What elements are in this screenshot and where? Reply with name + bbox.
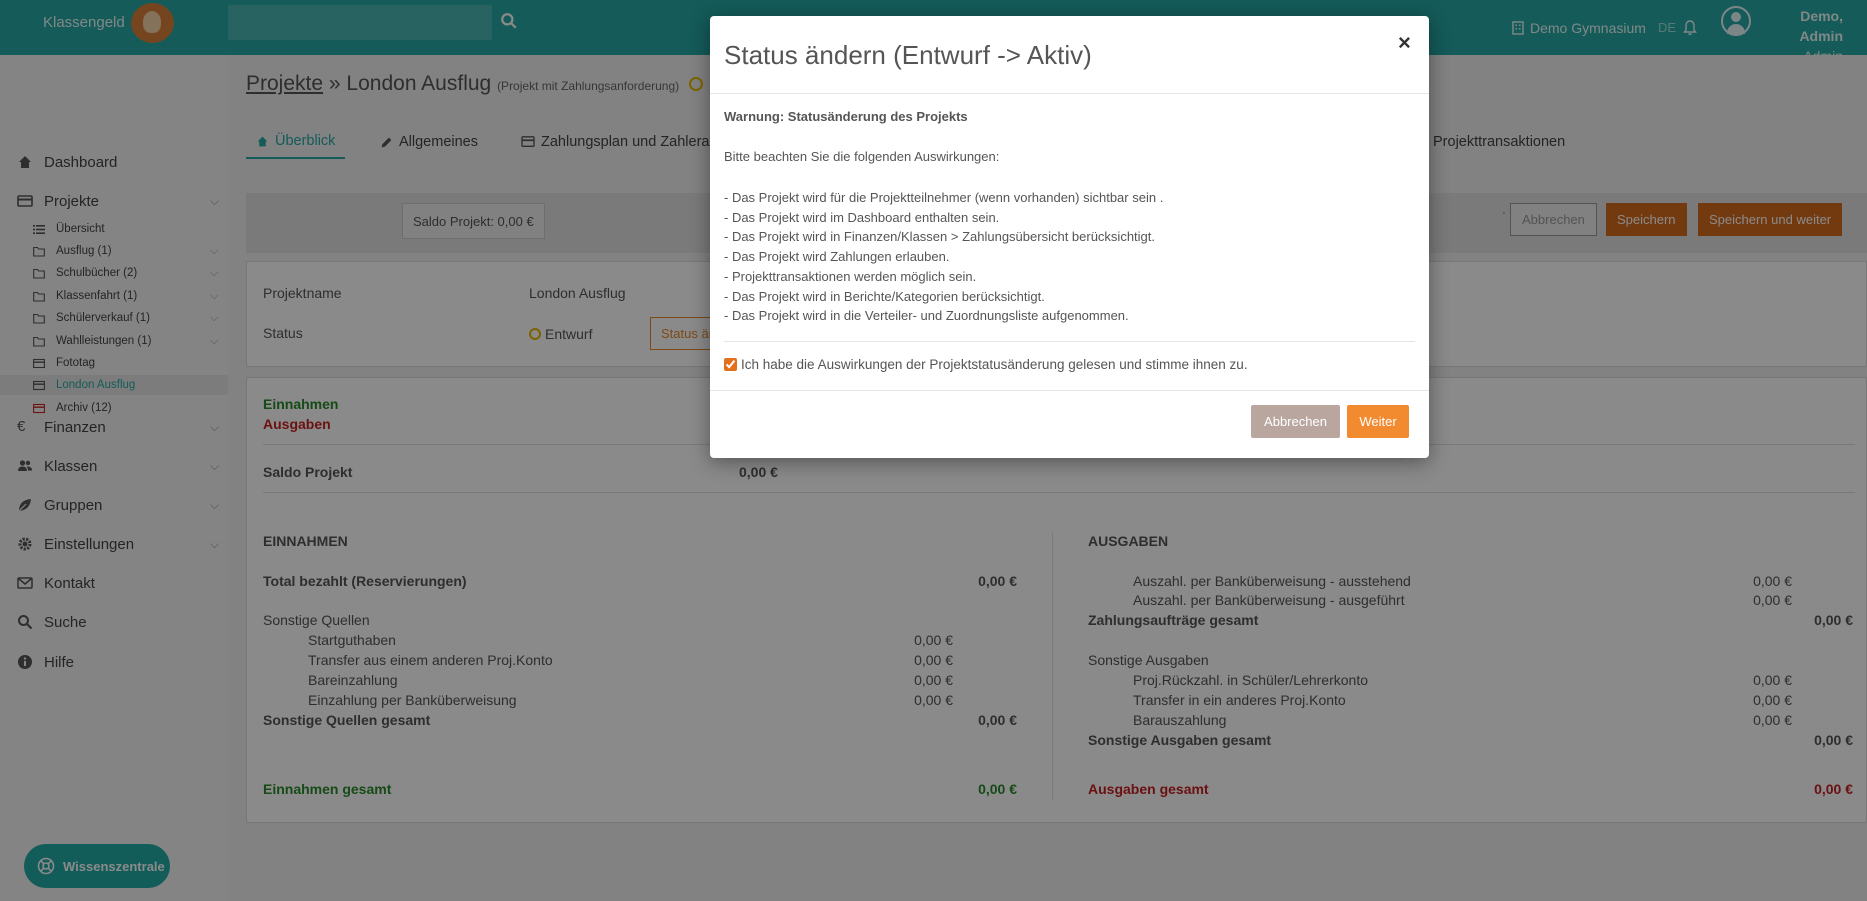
agree-checkbox[interactable] xyxy=(724,358,737,371)
modal-intro: Bitte beachten Sie die folgenden Auswirk… xyxy=(724,149,1000,164)
agree-checkbox-label: Ich habe die Auswirkungen der Projektsta… xyxy=(741,357,1248,372)
close-icon[interactable]: × xyxy=(1398,30,1411,56)
status-change-modal: Status ändern (Entwurf -> Aktiv) × Warnu… xyxy=(710,16,1429,458)
effect-item: - Das Projekt wird in die Verteiler- und… xyxy=(724,308,1129,324)
modal-cancel-button[interactable]: Abbrechen xyxy=(1251,405,1340,438)
modal-warning: Warnung: Statusänderung des Projekts xyxy=(724,109,968,124)
modal-next-button[interactable]: Weiter xyxy=(1347,405,1409,438)
effects-list: - Das Projekt wird für die Projektteilne… xyxy=(724,188,1163,326)
agree-checkbox-row[interactable]: Ich habe die Auswirkungen der Projektsta… xyxy=(724,357,1248,372)
effect-item: - Das Projekt wird in Finanzen/Klassen >… xyxy=(724,229,1156,245)
modal-header-divider xyxy=(710,93,1429,94)
modal-body-divider xyxy=(724,341,1415,342)
modal-title: Status ändern (Entwurf -> Aktiv) xyxy=(724,40,1092,70)
effect-item: - Das Projekt wird in Berichte/Kategorie… xyxy=(724,288,1045,304)
effect-item: - Das Projekt wird im Dashboard enthalte… xyxy=(724,209,1000,225)
effect-item: - Das Projekt wird Zahlungen erlauben. xyxy=(724,249,950,265)
effect-item: - Projekttransaktionen werden möglich se… xyxy=(724,268,977,284)
effect-item: - Das Projekt wird für die Projektteilne… xyxy=(724,190,1164,205)
modal-footer-divider xyxy=(710,390,1429,391)
